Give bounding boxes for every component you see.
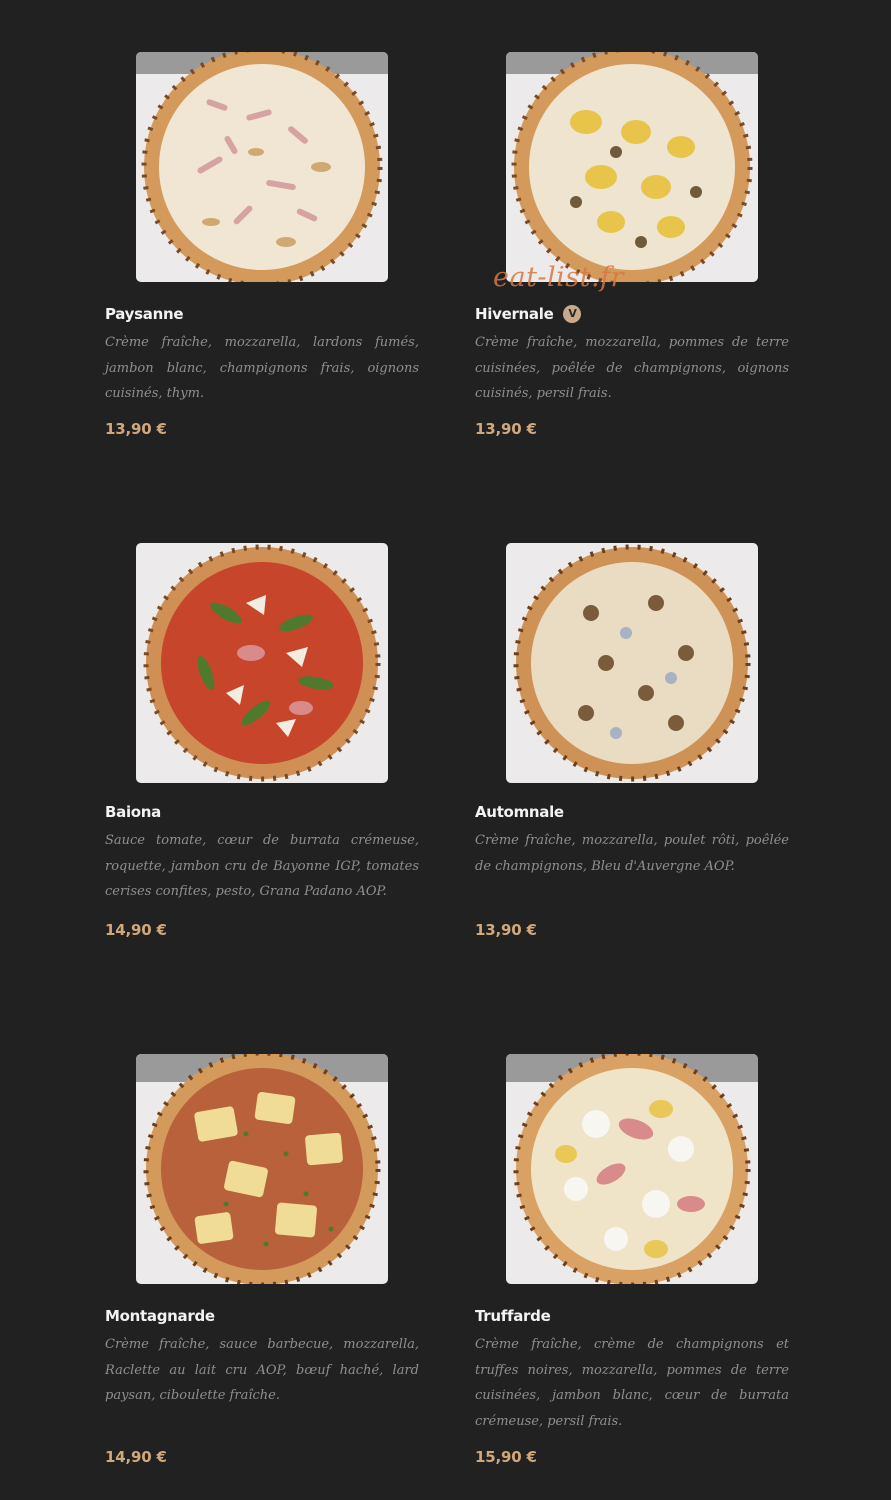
watermark-text: eat-list.fr — [493, 262, 625, 293]
pizza-price: 13,90 € — [475, 420, 537, 438]
pizza-hivernale-photo — [506, 52, 758, 282]
pizza-name: Baiona — [105, 803, 162, 821]
pizza-name: Montagnarde — [105, 1307, 215, 1325]
pizza-price: 13,90 € — [105, 420, 167, 438]
pizza-price: 15,90 € — [475, 1448, 537, 1466]
pizza-card-hivernale[interactable]: Hivernale V Crème fraîche, mozzarella, p… — [475, 52, 789, 452]
pizza-name: Hivernale V — [475, 304, 789, 324]
pizza-truffarde-photo — [506, 1054, 758, 1284]
menu-page: Paysanne Crème fraîche, mozzarella, lard… — [0, 0, 891, 1500]
pizza-description: Crème fraîche, mozzarella, poulet rôti, … — [475, 833, 789, 874]
pizza-description: Crème fraîche, crème de champignons et t… — [475, 1337, 789, 1429]
pizza-card-baiona[interactable]: Baiona Sauce tomate, cœur de burrata cré… — [105, 543, 419, 953]
pizza-price: 13,90 € — [475, 921, 537, 939]
pizza-price: 14,90 € — [105, 921, 167, 939]
pizza-description: Crème fraîche, mozzarella, lardons fumés… — [105, 335, 419, 401]
pizza-card-truffarde[interactable]: Truffarde Crème fraîche, crème de champi… — [475, 1054, 789, 1474]
pizza-description: Crème fraîche, mozzarella, pommes de ter… — [475, 335, 789, 401]
pizza-automnale-photo — [506, 543, 758, 783]
pizza-card-automnale[interactable]: Automnale Crème fraîche, mozzarella, pou… — [475, 543, 789, 953]
pizza-description: Sauce tomate, cœur de burrata crémeuse, … — [105, 833, 419, 899]
pizza-price: 14,90 € — [105, 1448, 167, 1466]
pizza-description: Crème fraîche, sauce barbecue, mozzarell… — [105, 1337, 419, 1403]
pizza-paysanne-photo — [136, 52, 388, 282]
pizza-card-montagnarde[interactable]: Montagnarde Crème fraîche, sauce barbecu… — [105, 1054, 419, 1474]
pizza-montagnarde-photo — [136, 1054, 388, 1284]
pizza-baiona-photo — [136, 543, 388, 783]
pizza-name: Paysanne — [105, 305, 184, 323]
pizza-card-paysanne[interactable]: Paysanne Crème fraîche, mozzarella, lard… — [105, 52, 419, 452]
pizza-name: Automnale — [475, 803, 564, 821]
vegetarian-icon: V — [563, 305, 582, 323]
pizza-name: Truffarde — [475, 1307, 551, 1325]
